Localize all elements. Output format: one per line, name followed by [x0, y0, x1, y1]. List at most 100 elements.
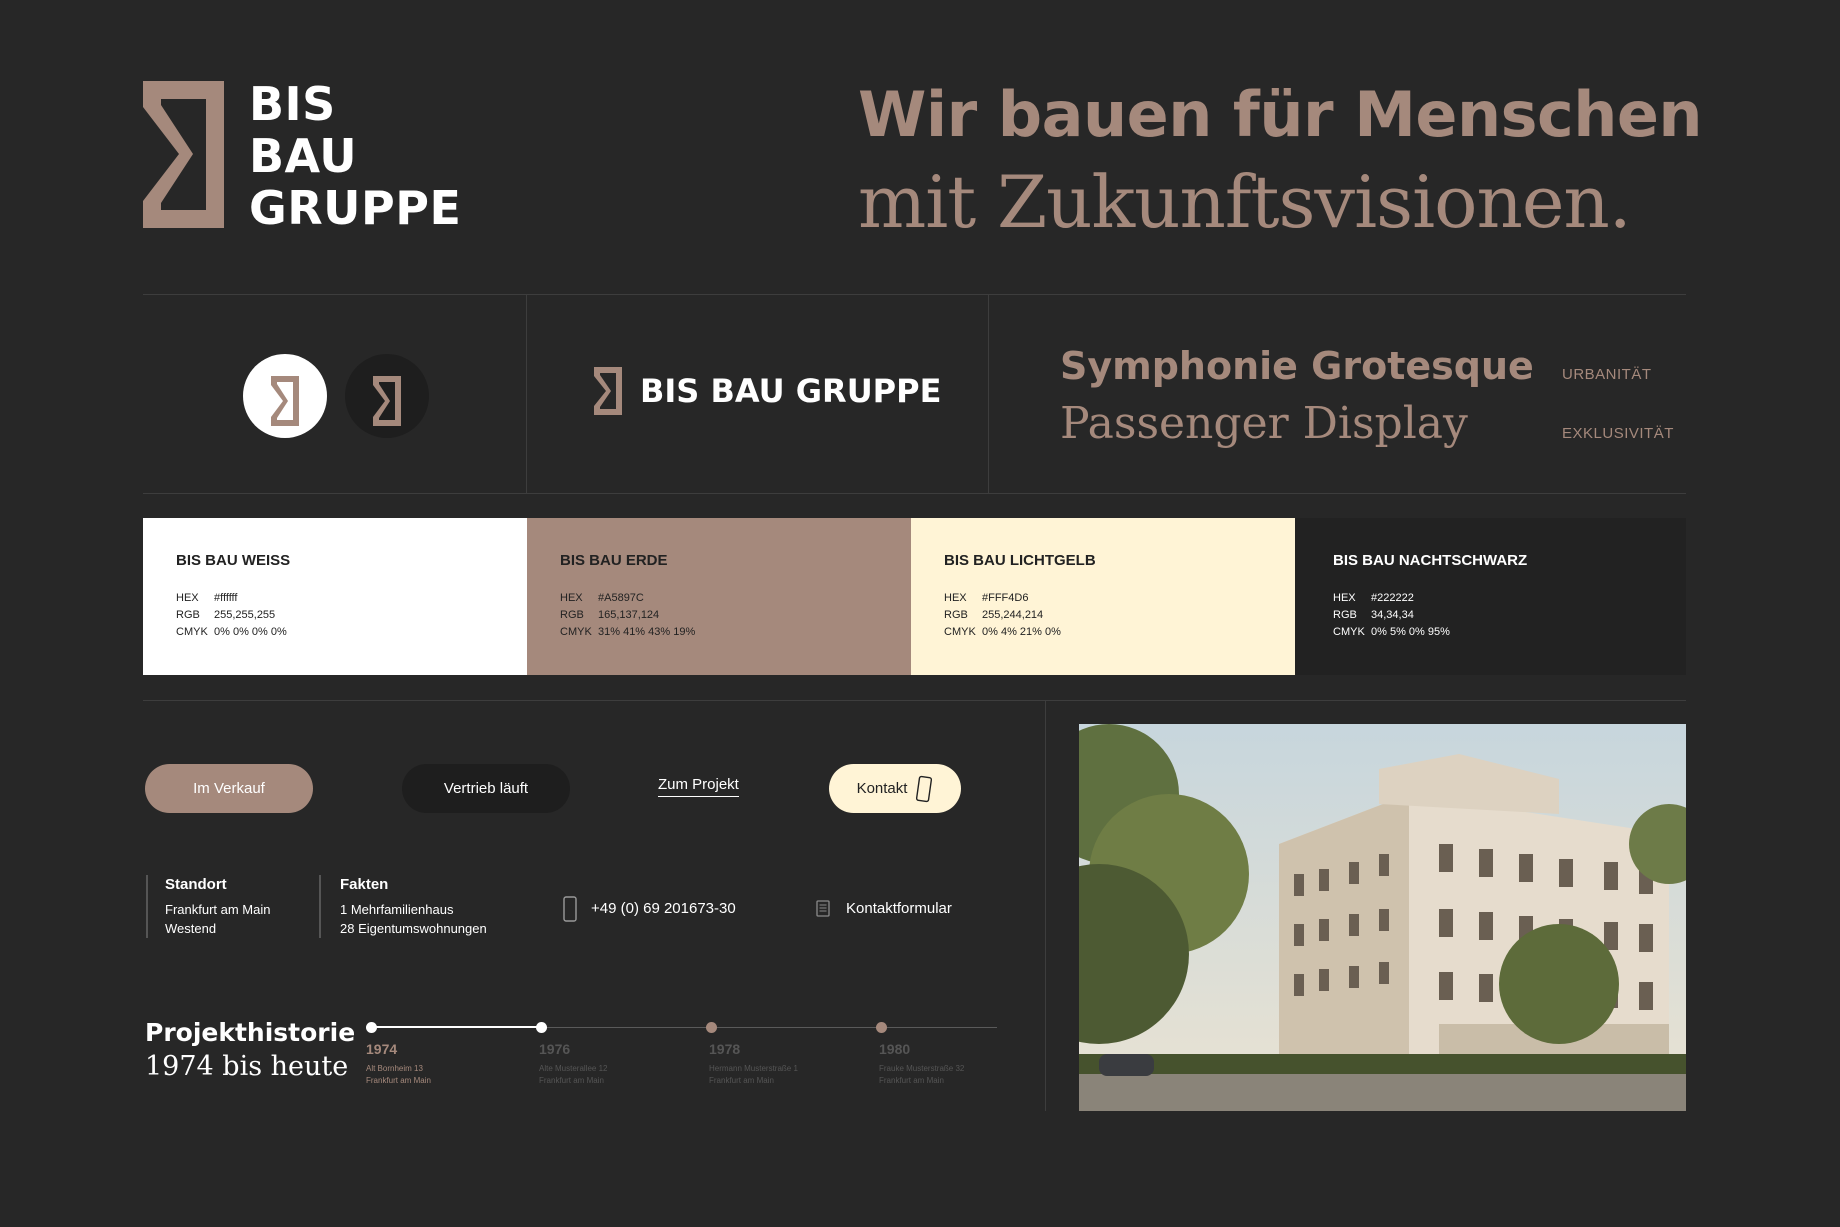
- rgb-label: RGB: [176, 609, 200, 621]
- phone-icon: [563, 896, 577, 922]
- cmyk-value: 0% 5% 0% 95%: [1371, 626, 1450, 638]
- logo-wordmark: BIS BAU GRUPPE: [249, 78, 461, 234]
- hex-value: #ffffff: [214, 592, 238, 604]
- hex-value: #A5897C: [598, 592, 644, 604]
- cmyk-label: CMYK: [944, 626, 976, 638]
- location-line-city: Frankfurt am Main: [165, 902, 271, 917]
- to-project-link[interactable]: Zum Projekt: [658, 776, 739, 797]
- rgb-label: RGB: [560, 609, 584, 621]
- divider-photo: [1045, 700, 1046, 1111]
- timeline-year-1980: 1980: [879, 1041, 911, 1057]
- horizontal-wordmark: BIS BAU GRUPPE: [640, 372, 942, 410]
- history-title: Projekthistorie: [145, 1018, 356, 1047]
- rgb-value: 255,255,255: [214, 609, 276, 621]
- timeline-year-1974: 1974: [366, 1041, 398, 1057]
- phone-number-link[interactable]: +49 (0) 69 201673-30: [591, 900, 736, 917]
- form-icon: [816, 900, 830, 917]
- hex-label: HEX: [176, 592, 199, 604]
- cmyk-label: CMYK: [1333, 626, 1365, 638]
- sales-running-button[interactable]: Vertrieb läuft: [402, 764, 570, 813]
- headline-line-2: mit Zukunftsvisionen.: [858, 160, 1632, 244]
- timeline-dot-1976[interactable]: [536, 1022, 547, 1033]
- logo-line-gruppe: GRUPPE: [249, 181, 462, 235]
- cmyk-label: CMYK: [176, 626, 208, 638]
- divider-col-1: [526, 294, 527, 493]
- hex-value: #FFF4D6: [982, 592, 1029, 604]
- logo-badge-light: [243, 354, 327, 438]
- hex-label: HEX: [1333, 592, 1356, 604]
- swatch-weiss: BIS BAU WEISS HEX #ffffff RGB 255,255,255 …: [143, 518, 527, 675]
- cmyk-value: 0% 0% 0% 0%: [214, 626, 287, 638]
- location-text: Frankfurt am Main Westend: [165, 900, 270, 938]
- tag-urbanitaet: URBANITÄT: [1562, 366, 1652, 383]
- facts-bar: [319, 875, 321, 938]
- timeline-city: Frankfurt am Main: [366, 1076, 431, 1085]
- rgb-value: 165,137,124: [598, 609, 660, 621]
- facts-line-2: 28 Eigentumswohnungen: [340, 921, 487, 936]
- logo-line-bis: BIS: [249, 77, 336, 131]
- timeline-street: Frauke Musterstraße 32: [879, 1064, 965, 1073]
- contact-button-label: Kontakt: [856, 780, 908, 797]
- history-subtitle: 1974 bis heute: [145, 1051, 349, 1082]
- in-sale-button-label: Im Verkauf: [193, 780, 265, 797]
- timeline-city: Frankfurt am Main: [879, 1076, 944, 1085]
- timeline-dot-1978[interactable]: [706, 1022, 717, 1033]
- contact-form-link[interactable]: Kontaktformular: [846, 900, 952, 917]
- sales-running-button-label: Vertrieb läuft: [443, 780, 529, 797]
- location-line-district: Westend: [165, 921, 217, 936]
- timeline-city: Frankfurt am Main: [709, 1076, 774, 1085]
- timeline-street: Hermann Musterstraße 1: [709, 1064, 798, 1073]
- facts-line-1: 1 Mehrfamilienhaus: [340, 902, 454, 917]
- facts-text: 1 Mehrfamilienhaus 28 Eigentumswohnungen: [340, 900, 487, 938]
- swatch-name: BIS BAU ERDE: [560, 552, 668, 569]
- rgb-value: 255,244,214: [982, 609, 1044, 621]
- divider-top: [143, 294, 1686, 295]
- timeline-address-1974: Alt Bornheim 13 Frankfurt am Main: [366, 1063, 431, 1087]
- font-secondary-sample: Passenger Display: [1060, 398, 1468, 449]
- swatch-nachtschwarz: BIS BAU NACHTSCHWARZ HEX #222222 RGB 34,34…: [1295, 518, 1686, 675]
- logo-line-bau: BAU: [249, 129, 358, 183]
- swatch-name: BIS BAU WEISS: [176, 552, 291, 569]
- timeline-address-1980: Frauke Musterstraße 32 Frankfurt am Main: [879, 1063, 964, 1087]
- logo-badge-dark: [345, 354, 429, 438]
- timeline-dot-1980[interactable]: [876, 1022, 887, 1033]
- timeline-address-1978: Hermann Musterstraße 1 Frankfurt am Main: [709, 1063, 798, 1087]
- wordmark-logo-icon: [594, 367, 622, 415]
- tag-exklusivitaet: EXKLUSIVITÄT: [1562, 425, 1674, 442]
- cmyk-value: 0% 4% 21% 0%: [982, 626, 1061, 638]
- timeline-year-1976: 1976: [539, 1041, 571, 1057]
- in-sale-button[interactable]: Im Verkauf: [145, 764, 313, 813]
- headline-line-1: Wir bauen für Menschen: [858, 78, 1703, 151]
- divider-col-2: [988, 294, 989, 493]
- swatch-name: BIS BAU NACHTSCHWARZ: [1333, 552, 1528, 569]
- timeline-progress: [372, 1026, 542, 1028]
- font-primary-sample: Symphonie Grotesque: [1060, 344, 1534, 388]
- rgb-label: RGB: [1333, 609, 1357, 621]
- divider-middle: [143, 493, 1686, 494]
- timeline-city: Frankfurt am Main: [539, 1076, 604, 1085]
- logo-mark-small-icon: [271, 376, 299, 426]
- hex-value: #222222: [1371, 592, 1414, 604]
- swatch-lichtgelb: BIS BAU LICHTGELB HEX #FFF4D6 RGB 255,244,…: [911, 518, 1295, 675]
- location-title: Standort: [165, 876, 227, 893]
- timeline-year-1978: 1978: [709, 1041, 741, 1057]
- facts-title: Fakten: [340, 876, 389, 893]
- timeline-street: Alte Musterallee 12: [539, 1064, 608, 1073]
- project-photo: [1079, 724, 1686, 1111]
- hex-label: HEX: [560, 592, 583, 604]
- swatch-erde: BIS BAU ERDE HEX #A5897C RGB 165,137,124 C…: [527, 518, 911, 675]
- contact-button[interactable]: Kontakt: [829, 764, 961, 813]
- timeline-street: Alt Bornheim 13: [366, 1064, 423, 1073]
- logo-mark-small-icon: [373, 376, 401, 426]
- location-bar: [146, 875, 148, 938]
- hex-label: HEX: [944, 592, 967, 604]
- timeline-address-1976: Alte Musterallee 12 Frankfurt am Main: [539, 1063, 607, 1087]
- rgb-value: 34,34,34: [1371, 609, 1414, 621]
- swatch-name: BIS BAU LICHTGELB: [944, 552, 1096, 569]
- rgb-label: RGB: [944, 609, 968, 621]
- phone-icon: [916, 775, 933, 802]
- cmyk-value: 31% 41% 43% 19%: [598, 626, 696, 638]
- logo-mark: [143, 81, 224, 228]
- cmyk-label: CMYK: [560, 626, 592, 638]
- timeline-dot-1974[interactable]: [366, 1022, 377, 1033]
